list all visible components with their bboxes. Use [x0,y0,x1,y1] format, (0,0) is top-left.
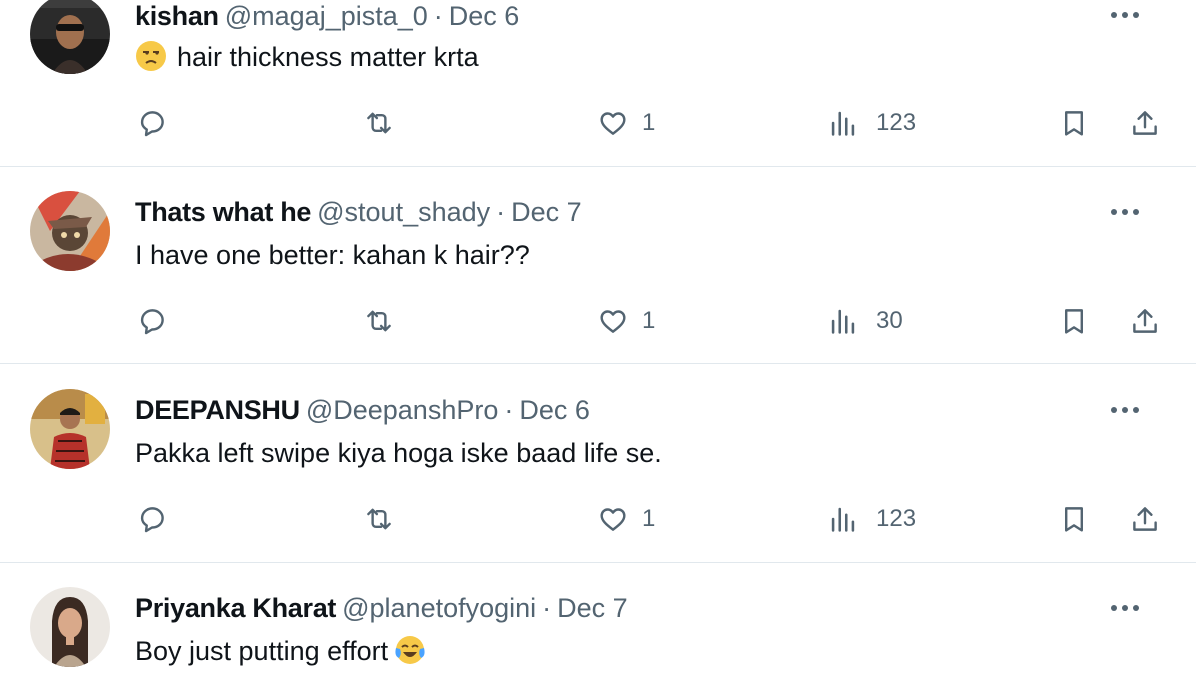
tweet-text: Boy just putting effort [135,634,426,668]
author-name[interactable]: DEEPANSHU [135,395,300,425]
share-upload-icon [1133,309,1157,333]
share-upload-icon [1133,507,1157,531]
bar-chart-icon [831,111,855,136]
action-bar: 1 123 [0,103,1196,143]
view-count: 123 [876,109,917,136]
like-button[interactable]: 1 [596,499,655,539]
author-name[interactable]: Priyanka Kharat [135,593,336,623]
heart-icon [600,508,626,531]
retweet-arrows-icon [367,112,391,134]
reply-tweet[interactable]: kishan @magaj_pista_0 · Dec 6 hair thicknes… [0,0,1196,167]
speech-bubble-icon [140,111,164,137]
tweet-text-body: Boy just putting effort [135,636,389,666]
reply-tweet[interactable]: Thats what he @stout_shady · Dec 7 I have o… [0,166,1196,364]
tweet-date[interactable]: Dec 6 [519,395,590,425]
bookmark-button[interactable] [1057,301,1091,341]
separator-dot: · [496,197,506,227]
reply-tweet[interactable]: DEEPANSHU @DeepanshPro · Dec 6 Pakka left s… [0,364,1196,563]
more-options-button[interactable] [1110,593,1140,623]
avatar[interactable] [30,389,110,469]
avatar[interactable] [30,0,110,74]
author-handle[interactable]: @DeepanshPro [306,395,499,425]
retweet-button[interactable] [362,103,396,143]
views-button[interactable]: 30 [826,301,903,341]
bookmark-icon [1065,111,1083,136]
bookmark-button[interactable] [1057,499,1091,539]
more-dots-icon [1111,209,1139,215]
like-count: 1 [642,307,656,334]
action-bar: 1 30 [0,301,1196,341]
more-options-button[interactable] [1110,0,1140,30]
author-handle[interactable]: @magaj_pista_0 [225,1,428,31]
separator-dot: · [504,395,514,425]
action-bar: 1 123 [0,499,1196,539]
share-button[interactable] [1128,301,1162,341]
tweet-header: DEEPANSHU @DeepanshPro · Dec 6 [135,394,590,426]
bookmark-icon [1065,507,1083,532]
more-options-button[interactable] [1110,395,1140,425]
speech-bubble-icon [140,309,164,335]
avatar[interactable] [30,587,110,667]
heart-icon [600,310,626,333]
retweet-arrows-icon [367,508,391,530]
retweet-arrows-icon [367,310,391,332]
author-name[interactable]: Thats what he [135,197,311,227]
unamused-face-emoji [135,40,167,72]
tweet-text: hair thickness matter krta [135,40,479,74]
tweet-date[interactable]: Dec 7 [557,593,628,623]
tweet-text: Pakka left swipe kiya hoga iske baad lif… [135,438,662,468]
retweet-button[interactable] [362,499,396,539]
share-button[interactable] [1128,499,1162,539]
author-handle[interactable]: @stout_shady [317,197,490,227]
view-count: 30 [876,307,903,334]
like-count: 1 [642,505,656,532]
avatar[interactable] [30,191,110,271]
like-button[interactable]: 1 [596,103,655,143]
more-dots-icon [1111,12,1139,18]
tweet-text-body: hair thickness matter krta [177,42,479,72]
separator-dot: · [433,1,443,31]
tweet-text: I have one better: kahan k hair?? [135,240,530,270]
bookmark-button[interactable] [1057,103,1091,143]
reply-tweet[interactable]: Priyanka Kharat @planetofyogini · Dec 7 Boy… [0,562,1196,675]
retweet-button[interactable] [362,301,396,341]
heart-icon [600,112,626,135]
tweet-date[interactable]: Dec 7 [511,197,582,227]
bar-chart-icon [831,507,855,532]
more-dots-icon [1111,605,1139,611]
author-name[interactable]: kishan [135,1,219,31]
views-button[interactable]: 123 [826,103,916,143]
tweet-header: Thats what he @stout_shady · Dec 7 [135,196,582,228]
views-button[interactable]: 123 [826,499,916,539]
speech-bubble-icon [140,507,164,533]
tweet-header: kishan @magaj_pista_0 · Dec 6 [135,0,519,32]
tweet-header: Priyanka Kharat @planetofyogini · Dec 7 [135,592,628,624]
view-count: 123 [876,505,917,532]
reply-button[interactable] [135,499,169,539]
separator-dot: · [542,593,552,623]
reply-button[interactable] [135,301,169,341]
share-upload-icon [1133,111,1157,135]
like-count: 1 [642,109,656,136]
reply-button[interactable] [135,103,169,143]
replies-feed: kishan @magaj_pista_0 · Dec 6 hair thicknes… [0,0,1200,675]
more-options-button[interactable] [1110,197,1140,227]
share-button[interactable] [1128,103,1162,143]
tears-of-joy-emoji [394,634,426,666]
bar-chart-icon [831,309,855,334]
like-button[interactable]: 1 [596,301,655,341]
bookmark-icon [1065,309,1083,334]
tweet-date[interactable]: Dec 6 [449,1,520,31]
more-dots-icon [1111,407,1139,413]
author-handle[interactable]: @planetofyogini [342,593,536,623]
